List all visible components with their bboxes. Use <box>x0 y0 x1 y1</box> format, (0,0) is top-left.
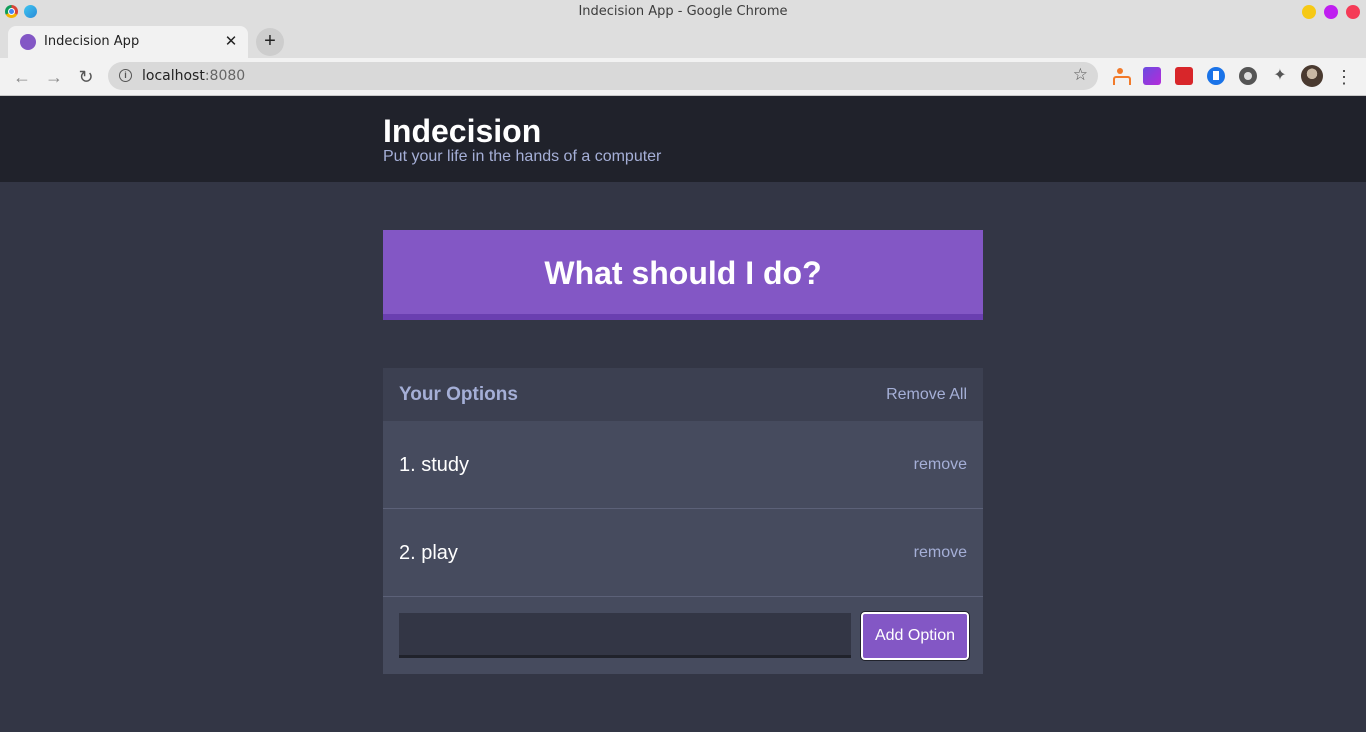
option-text: 2. play <box>399 542 458 564</box>
extension-bookmark-icon[interactable] <box>1207 67 1225 85</box>
extensions-puzzle-icon[interactable]: ✦ <box>1271 67 1289 85</box>
app-title: Indecision <box>383 113 542 149</box>
info-icon[interactable]: i <box>119 69 132 82</box>
app-header: Indecision Put your life in the hands of… <box>0 96 1366 182</box>
new-tab-button[interactable]: + <box>256 28 284 56</box>
option-text: 1. study <box>399 454 470 476</box>
tab-title: Indecision App <box>44 34 140 49</box>
extension-hierarchy-icon[interactable] <box>1111 67 1131 85</box>
close-window-button[interactable] <box>1346 5 1360 19</box>
widget-header: Your Options Remove All <box>383 368 983 421</box>
option-item: 1. study remove <box>383 421 983 509</box>
extension-purple-icon[interactable] <box>1143 67 1161 85</box>
url-host: localhost <box>142 68 205 84</box>
what-should-i-do-button[interactable]: What should I do? <box>383 230 983 320</box>
favicon-icon <box>20 34 36 50</box>
add-option-button[interactable]: Add Option <box>861 612 969 660</box>
back-button[interactable]: ← <box>9 64 35 90</box>
remove-all-button[interactable]: Remove All <box>886 368 967 421</box>
options-widget: Your Options Remove All 1. study remove … <box>383 368 983 674</box>
address-bar[interactable]: i localhost:8080 ☆ <box>108 62 1098 90</box>
remove-option-button[interactable]: remove <box>914 421 967 509</box>
option-input[interactable] <box>399 613 851 658</box>
profile-avatar[interactable] <box>1301 65 1323 87</box>
tab-indecision-app[interactable]: Indecision App ✕ <box>8 26 248 58</box>
remove-option-button[interactable]: remove <box>914 509 967 597</box>
bookmark-star-icon[interactable]: ☆ <box>1073 65 1088 85</box>
maximize-button[interactable] <box>1324 5 1338 19</box>
add-option-form: Add Option <box>383 597 983 674</box>
forward-button[interactable]: → <box>41 64 67 90</box>
minimize-button[interactable] <box>1302 5 1316 19</box>
window-title: Indecision App - Google Chrome <box>578 4 788 19</box>
app-subtitle: Put your life in the hands of a computer <box>383 148 662 165</box>
browser-toolbar: ← → ↻ i localhost:8080 ☆ ✦ ⋮ <box>0 58 1366 96</box>
extension-red-icon[interactable] <box>1175 67 1193 85</box>
page-content: Indecision Put your life in the hands of… <box>0 96 1366 732</box>
widget-title: Your Options <box>399 384 518 405</box>
reload-button[interactable]: ↻ <box>73 64 99 90</box>
tab-strip: Indecision App ✕ + <box>0 24 1366 58</box>
option-item: 2. play remove <box>383 509 983 597</box>
url-text[interactable]: localhost:8080 <box>142 62 245 90</box>
extension-circle-icon[interactable] <box>1239 67 1257 85</box>
tab-close-icon[interactable]: ✕ <box>222 33 240 51</box>
window-controls <box>1302 5 1360 19</box>
url-port: :8080 <box>204 68 246 84</box>
window-title-bar: Indecision App - Google Chrome <box>0 0 1366 24</box>
menu-dots-icon[interactable]: ⋮ <box>1334 64 1354 90</box>
